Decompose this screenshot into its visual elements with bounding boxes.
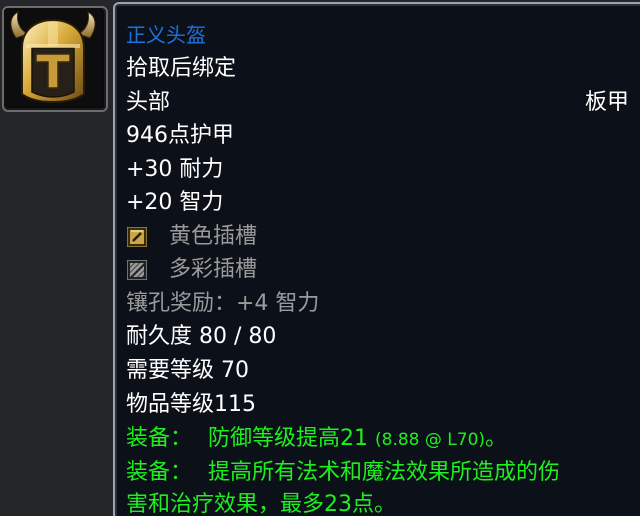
socket-label-meta: 多彩插槽 (169, 257, 258, 282)
equip-prefix: 装备： (126, 426, 193, 451)
item-armor-type: 板甲 (584, 90, 629, 115)
golden-horned-helmet-icon (4, 8, 102, 106)
item-name: 正义头盔 (126, 23, 206, 47)
equip-effect-spellpower: 装备： 提高所有法术和魔法效果所造成的伤 (126, 459, 560, 487)
equip-effect-suffix: 。 (485, 426, 508, 451)
equip-effect-text: 提高所有法术和魔法效果所造成的伤 (208, 460, 561, 485)
item-slot: 头部 (126, 90, 171, 115)
item-binding: 拾取后绑定 (126, 56, 237, 81)
equip-effect-text: 防御等级提高21 (208, 426, 375, 451)
yellow-socket-icon (127, 227, 147, 247)
item-tooltip: 正义头盔 拾取后绑定 头部 板甲 946点护甲 +30 耐力 +20 智力 黄色… (113, 2, 640, 516)
equip-effect-spellpower-cont: 害和治疗效果，最多23点。 (126, 492, 396, 516)
item-level: 物品等级115 (126, 392, 256, 417)
item-armor: 946点护甲 (126, 123, 234, 148)
game-screen: 正义头盔 拾取后绑定 头部 板甲 946点护甲 +30 耐力 +20 智力 黄色… (0, 0, 640, 516)
item-durability: 耐久度 80 / 80 (126, 324, 277, 349)
socket-bonus: 镶孔奖励：+4 智力 (126, 291, 320, 316)
equip-prefix: 装备： (126, 460, 193, 485)
socket-label-yellow: 黄色插槽 (169, 224, 258, 249)
meta-socket-icon (127, 260, 147, 280)
item-stat-stamina: +30 耐力 (126, 157, 224, 182)
item-icon-frame[interactable] (2, 6, 108, 112)
item-stat-intellect: +20 智力 (126, 190, 224, 215)
item-required-level: 需要等级 70 (126, 358, 249, 383)
equip-rating-note: (8.88 @ L70) (375, 430, 486, 450)
equip-effect-defense: 装备： 防御等级提高21 (8.88 @ L70)。 (126, 425, 507, 454)
